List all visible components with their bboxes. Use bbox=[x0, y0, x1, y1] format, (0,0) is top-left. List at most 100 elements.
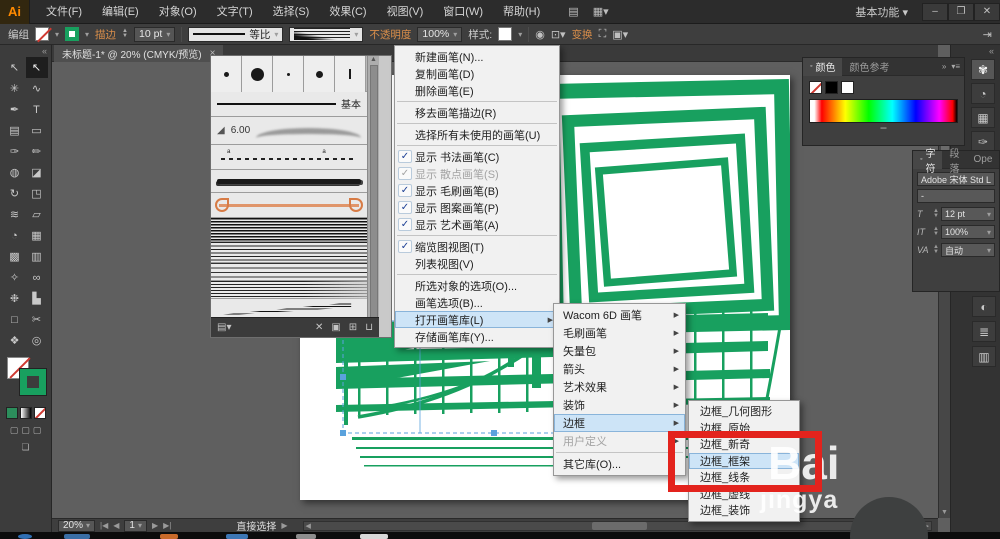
menu-item[interactable]: ✓ 显示 艺术画笔(A) ▶ bbox=[395, 216, 559, 233]
menu-item[interactable]: ✓ 删除画笔(E) ▶ bbox=[395, 82, 559, 99]
calligraphic-brush[interactable] bbox=[211, 56, 242, 92]
document-layout-icon[interactable]: ▦▾ bbox=[593, 5, 609, 18]
transform-link[interactable]: 变换 bbox=[572, 27, 593, 42]
hatch-brush-row[interactable] bbox=[211, 281, 367, 300]
menu-item[interactable]: ✓ 显示 散点画笔(S) ▶ bbox=[395, 165, 559, 182]
dock-collapse-icon[interactable]: « bbox=[989, 46, 998, 56]
menu-item[interactable]: 用户定义 ▶ bbox=[554, 432, 685, 450]
font-size-stepper[interactable]: ▲ ▼ bbox=[933, 208, 939, 219]
menu-item[interactable]: 窗口(W) bbox=[433, 0, 493, 24]
slice-tool[interactable]: ✂ bbox=[26, 309, 48, 330]
calligraphic-brush[interactable] bbox=[335, 56, 366, 92]
gradient-button[interactable] bbox=[19, 407, 32, 419]
menu-item[interactable]: 帮助(H) bbox=[493, 0, 550, 24]
menu-item[interactable]: 毛刷画笔 ▶ bbox=[554, 324, 685, 342]
document-tab[interactable]: 未标题-1* @ 20% (CMYK/预览) × bbox=[54, 45, 224, 62]
scale-field[interactable]: 100% ▾ bbox=[940, 225, 995, 239]
brush-definition-field[interactable]: ▾ bbox=[289, 26, 364, 42]
menu-item[interactable]: 对象(O) bbox=[149, 0, 207, 24]
menu-item[interactable]: ✓ 显示 书法画笔(C) ▶ bbox=[395, 148, 559, 165]
calligraphic-brush[interactable] bbox=[273, 56, 304, 92]
perspective-grid-tool[interactable]: ▦ bbox=[26, 225, 48, 246]
bristle-brush-row[interactable]: ◢ 6.00 bbox=[211, 116, 367, 145]
recolor-artwork-icon[interactable]: ◉ bbox=[535, 28, 545, 41]
fill-dropdown-icon[interactable]: ▾ bbox=[55, 30, 59, 39]
rotate-tool[interactable]: ↻ bbox=[4, 183, 26, 204]
selection-tool[interactable]: ↖ bbox=[4, 57, 26, 78]
calligraphic-brush[interactable] bbox=[304, 56, 335, 92]
delete-brush-icon[interactable]: ⊔ bbox=[365, 322, 373, 333]
remove-brush-stroke-icon[interactable]: ✕ bbox=[315, 322, 323, 333]
hatch-brush-row[interactable] bbox=[211, 263, 367, 282]
style-swatch[interactable] bbox=[498, 27, 513, 41]
zoom-level-field[interactable]: 20% ▾ bbox=[58, 519, 96, 532]
draw-normal-icon[interactable]: ▢ bbox=[10, 425, 19, 436]
appearance-icon[interactable]: ◐ bbox=[972, 296, 996, 317]
isolate-icon[interactable]: ▣▾ bbox=[612, 28, 628, 41]
brushes-scroll-thumb[interactable] bbox=[369, 65, 378, 328]
stroke-width-stepper[interactable]: ▲ ▼ bbox=[122, 28, 128, 39]
stroke-link[interactable]: 描边 bbox=[95, 27, 116, 42]
menu-item[interactable]: ✓ 选择所有未使用的画笔(U) ▶ bbox=[395, 126, 559, 143]
width-profile-field[interactable]: 等比 ▾ bbox=[188, 26, 284, 42]
hand-tool[interactable]: ❖ bbox=[4, 330, 26, 351]
line-segment-tool[interactable]: ▤ bbox=[4, 120, 26, 141]
kerning-field[interactable]: 自动 ▾ bbox=[940, 243, 995, 257]
taskbar-app-icon[interactable] bbox=[296, 533, 316, 539]
menu-item[interactable]: 文字(T) bbox=[207, 0, 263, 24]
font-family-field[interactable]: Adobe 宋体 Std L bbox=[917, 172, 995, 186]
zoom-tool[interactable]: ◎ bbox=[26, 330, 48, 351]
shape-builder-tool[interactable]: ◔ bbox=[4, 225, 26, 246]
hatch-brush-row[interactable] bbox=[211, 241, 367, 264]
none-button[interactable] bbox=[33, 407, 46, 419]
pen-tool[interactable]: ✒ bbox=[4, 99, 26, 120]
scale-tool[interactable]: ◳ bbox=[26, 183, 48, 204]
menu-item[interactable]: 其它库(O)... ▶ bbox=[554, 455, 685, 473]
scroll-down-icon[interactable]: ▼ bbox=[941, 509, 948, 516]
kerning-stepper[interactable]: ▲ ▼ bbox=[933, 244, 939, 255]
stroke-width-field[interactable]: 10 pt ▾ bbox=[133, 26, 176, 42]
magic-wand-tool[interactable]: ✳ bbox=[4, 78, 26, 99]
black-swatch[interactable] bbox=[825, 81, 838, 94]
menu-item[interactable]: ✓ 复制画笔(D) ▶ bbox=[395, 65, 559, 82]
brushes-scrollbar[interactable]: ▲ ▼ bbox=[367, 56, 379, 337]
calligraphic-brush-row[interactable] bbox=[211, 56, 367, 92]
artboard-nav-last[interactable]: ▶| bbox=[163, 521, 171, 530]
menu-item[interactable]: ✓ 画笔选项(B)... ▶ bbox=[395, 294, 559, 311]
free-transform-tool[interactable]: ▱ bbox=[26, 204, 48, 225]
color-button[interactable] bbox=[5, 407, 18, 419]
menu-item[interactable]: 选择(S) bbox=[263, 0, 320, 24]
mesh-tool[interactable]: ▩ bbox=[4, 246, 26, 267]
swatches-icon[interactable]: ▦ bbox=[971, 107, 995, 128]
menu-item[interactable]: 文件(F) bbox=[36, 0, 92, 24]
charcoal-brush-row[interactable] bbox=[211, 170, 367, 194]
scroll-up-icon[interactable]: ▲ bbox=[370, 56, 377, 63]
tab-color-guide[interactable]: 颜色参考 bbox=[842, 58, 896, 76]
menu-item[interactable]: 矢量包 ▶ bbox=[554, 342, 685, 360]
status-popup-icon[interactable]: ▶ bbox=[281, 521, 287, 530]
hatch-brush-row[interactable] bbox=[211, 217, 367, 242]
collapse-panel-icon[interactable]: » bbox=[942, 62, 946, 71]
close-button[interactable]: ✕ bbox=[974, 2, 1000, 21]
menu-item[interactable]: 边框_几何图形 bbox=[689, 403, 799, 420]
artboard-nav-next[interactable]: ▶ bbox=[152, 521, 158, 530]
scroll-left-icon[interactable]: ◀ bbox=[304, 522, 313, 530]
menu-item[interactable]: 箭头 ▶ bbox=[554, 360, 685, 378]
artboard-nav-first[interactable]: |◀ bbox=[100, 521, 108, 530]
menu-item[interactable]: ✓ 存储画笔库(Y)... ▶ bbox=[395, 328, 559, 345]
menu-item[interactable]: 效果(C) bbox=[319, 0, 376, 24]
new-brush-icon[interactable]: ⊞ bbox=[349, 322, 357, 333]
taskbar-app-icon[interactable] bbox=[160, 533, 178, 539]
lasso-tool[interactable]: ∿ bbox=[26, 78, 48, 99]
brush-libraries-icon[interactable]: ▤▾ bbox=[217, 322, 231, 333]
tab-character[interactable]: ◦ 字符 bbox=[913, 149, 943, 175]
menu-item[interactable]: ✓ 缩览图视图(T) ▶ bbox=[395, 238, 559, 255]
horizontal-scroll-thumb[interactable] bbox=[592, 521, 648, 530]
taskbar-app-icon[interactable] bbox=[226, 533, 248, 539]
none-swatch[interactable] bbox=[809, 81, 822, 94]
font-style-field[interactable]: - bbox=[917, 189, 995, 203]
font-size-field[interactable]: 12 pt ▾ bbox=[940, 207, 995, 221]
calligraphic-brush[interactable] bbox=[242, 56, 273, 92]
menu-item[interactable]: 编辑(E) bbox=[92, 0, 149, 24]
tab-color[interactable]: ◦ 颜色 bbox=[803, 57, 843, 76]
